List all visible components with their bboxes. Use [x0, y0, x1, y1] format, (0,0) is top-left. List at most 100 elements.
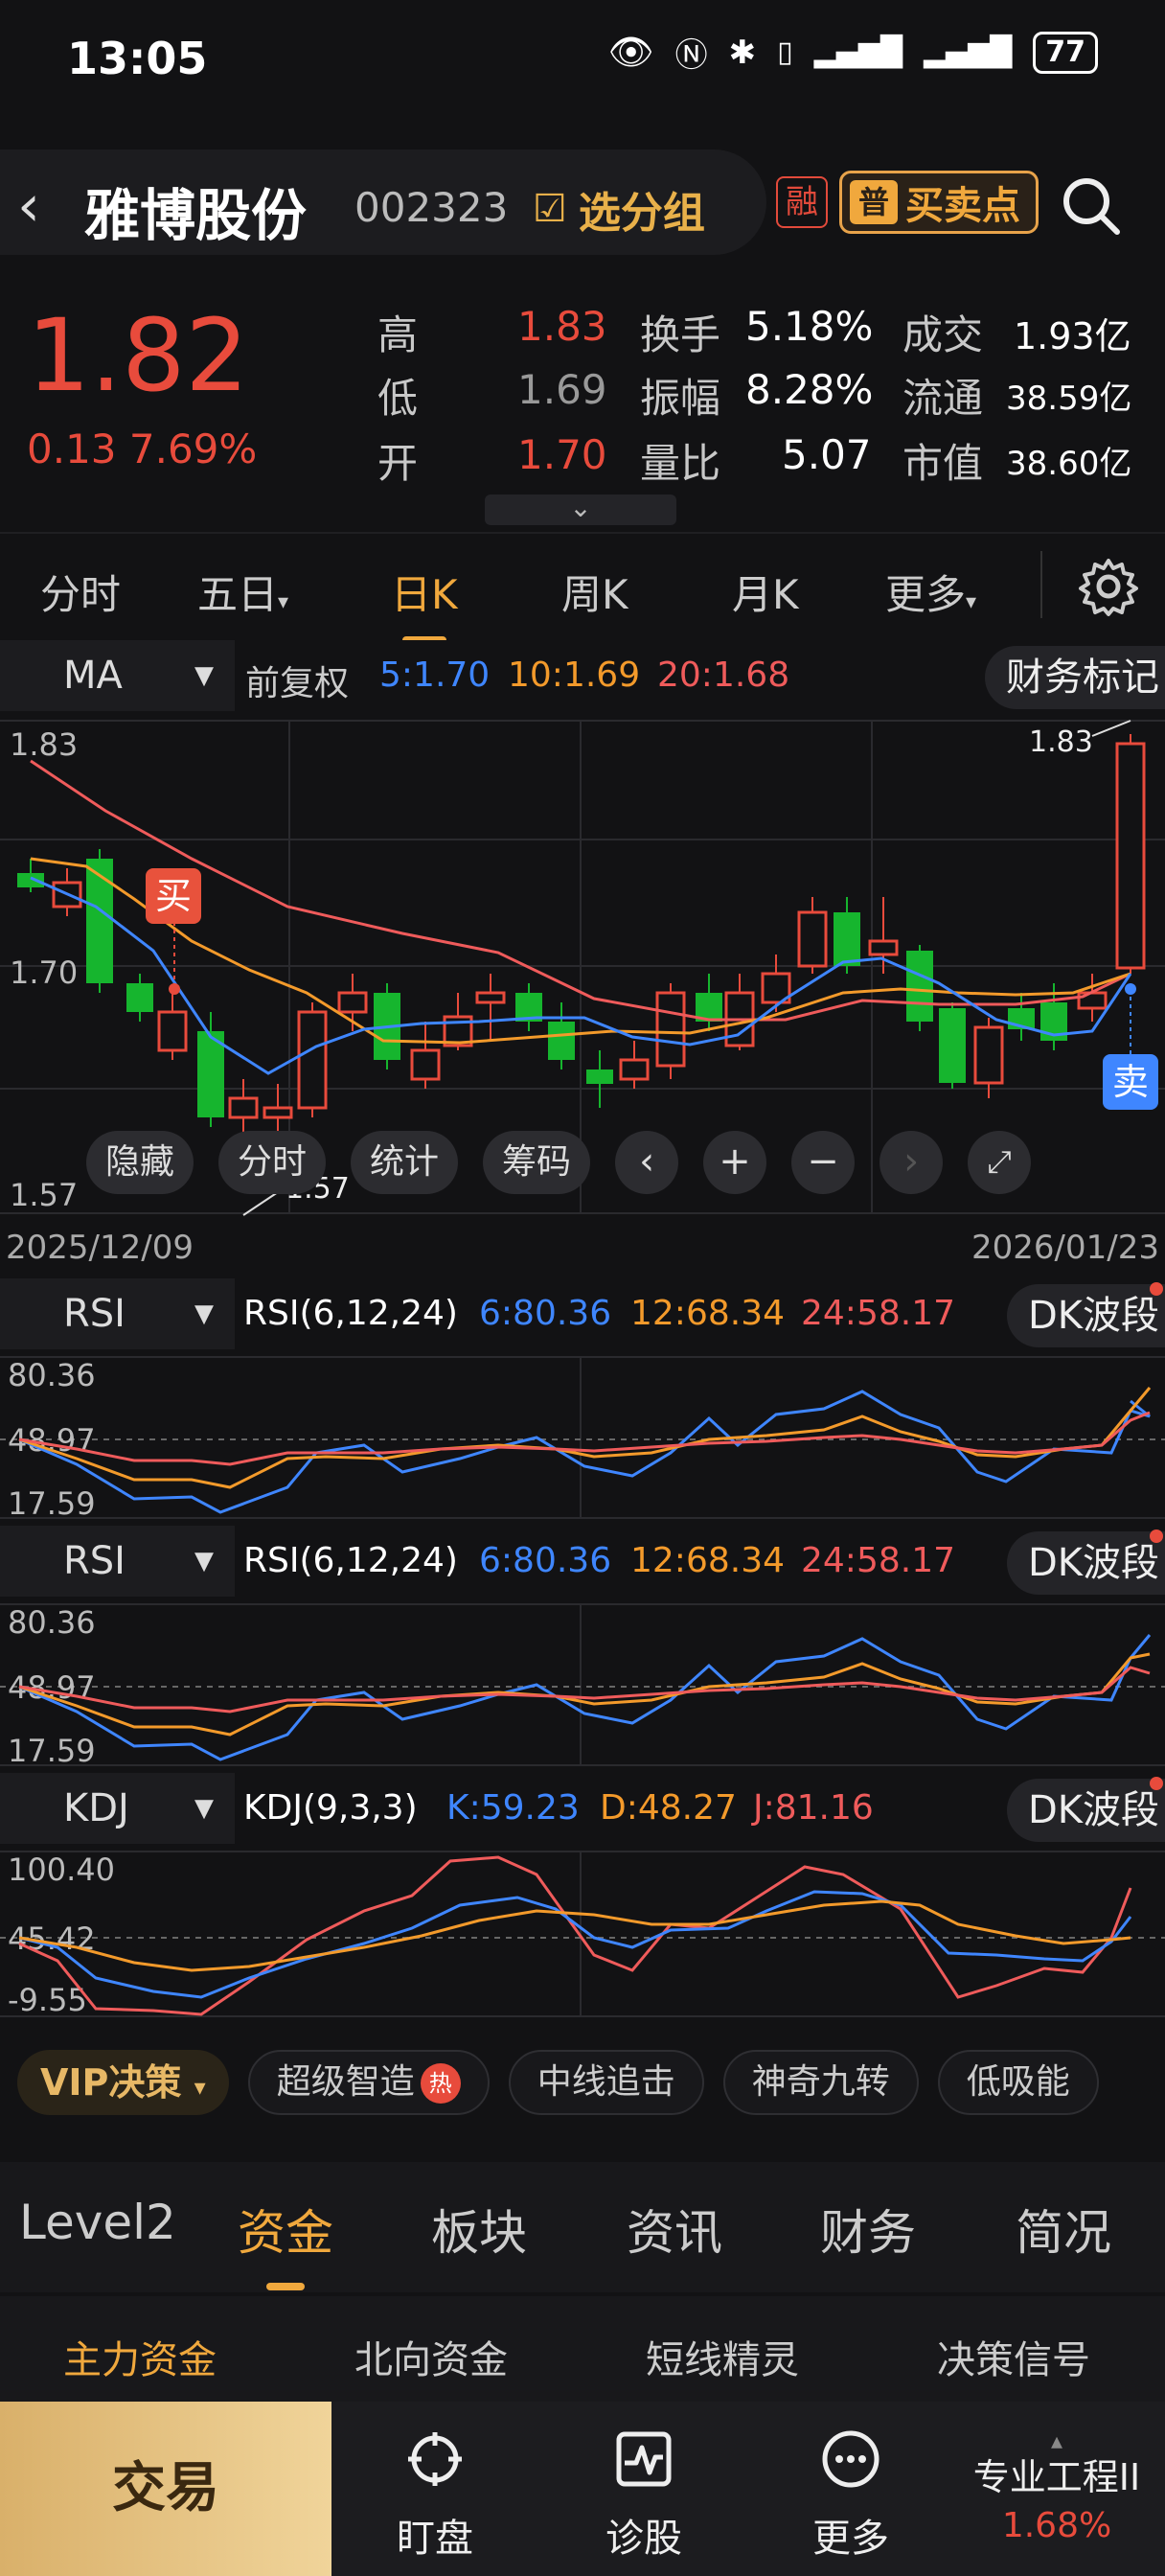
dropdown-icon: ▼ [194, 1547, 214, 1576]
chevron-right-icon[interactable]: › [879, 1131, 944, 1194]
buy-signal-badge[interactable]: 买 [146, 868, 201, 924]
kdj-title: KDJ(9,3,3) [243, 1788, 418, 1828]
candle-body [939, 1008, 966, 1083]
finance-mark-button[interactable]: 财务标记 [985, 646, 1165, 709]
kdj-chart[interactable]: 100.40 45.42 -9.55 [0, 1848, 1165, 2020]
sell-signal-badge[interactable]: 卖 [1103, 1054, 1158, 1110]
last-price: 1.82 [27, 297, 249, 414]
vip-decision-button[interactable]: VIP决策 ▾ [17, 2050, 229, 2115]
search-icon[interactable] [1058, 172, 1125, 240]
rsi-1-indicator-selector[interactable]: RSI ▼ [0, 1278, 235, 1349]
tab-financials[interactable]: 财务 [820, 2195, 916, 2264]
y-axis-min: 1.57 [10, 1177, 78, 1213]
dropdown-icon: ▾ [194, 2074, 206, 2101]
tab-weekly-k[interactable]: 周K [561, 563, 628, 621]
tab-five-day[interactable]: 五日▾ [197, 563, 288, 621]
ma-header-row: MA ▼ 前复权 5:1.70 10:1.69 20:1.68 财务标记 [0, 640, 1165, 715]
rsi-1-value-6: 6:80.36 [479, 1294, 612, 1333]
notification-dot [1150, 1777, 1163, 1790]
buy-sell-points-button[interactable]: 普 买卖点 [839, 171, 1039, 234]
subtab-decision-signal[interactable]: 决策信号 [937, 2329, 1090, 2384]
caret-up-icon: ▴ [1050, 2427, 1063, 2454]
quote-grid: 高 1.83 换手 5.18% 成交 1.93亿 低 1.69 振幅 8.28%… [374, 297, 1159, 489]
more-dots-icon [822, 2430, 879, 2488]
change-percent: 7.69% [128, 426, 258, 472]
ma-selector-label: MA [63, 654, 123, 698]
subtab-short-term-sprite[interactable]: 短线精灵 [646, 2329, 799, 2384]
subtab-northbound[interactable]: 北向资金 [354, 2329, 508, 2384]
zoom-out-icon[interactable]: − [791, 1131, 856, 1194]
chip-super-manufacturing[interactable]: 超级智造热 [247, 2050, 490, 2115]
zoom-in-icon[interactable]: + [703, 1131, 767, 1194]
chip-low-absorb[interactable]: 低吸能 [937, 2050, 1099, 2115]
battery-icon: 77 [1033, 31, 1098, 74]
candle-body [263, 1106, 293, 1119]
tab-funds[interactable]: 资金 [238, 2195, 333, 2290]
ma20-value: 20:1.68 [657, 656, 790, 695]
subtab-main-funds[interactable]: 主力资金 [63, 2329, 217, 2384]
checkbox-icon: ☑ [533, 187, 567, 231]
more-label: 更多 [812, 2517, 889, 2561]
period-tabs: 分时 五日▾ 日K 周K 月K 更多▾ [0, 532, 1165, 644]
more-button[interactable]: 更多 [755, 2402, 947, 2576]
tab-profile[interactable]: 简况 [1016, 2195, 1111, 2264]
rsi-1-dk-band-label: DK波段 [1027, 1294, 1159, 1338]
open-value: 1.70 [517, 431, 607, 478]
rsi-2-dk-band-button[interactable]: DK波段 [1006, 1530, 1165, 1595]
sector-ticker[interactable]: ▴ 专业工程II 1.68% [948, 2427, 1165, 2545]
dropdown-icon: ▼ [194, 1794, 214, 1823]
chart-pulse-icon [616, 2431, 672, 2487]
tab-intraday[interactable]: 分时 [40, 563, 121, 621]
status-icons: 👁 Ⓝ ✱ ▯ ▂▄▆█ ▂▄▆█ 77 [607, 29, 1098, 76]
tab-daily-k[interactable]: 日K [391, 563, 458, 644]
tab-monthly-k[interactable]: 月K [732, 563, 799, 621]
market-cap-value: 38.60亿 [1006, 445, 1132, 483]
diagnose-label: 诊股 [605, 2517, 682, 2561]
volume-label: 成交 [902, 311, 984, 358]
chevron-left-icon[interactable]: ‹ [615, 1131, 679, 1194]
rsi-1-header-row: RSI ▼ RSI(6,12,24) 6:80.36 12:68.34 24:58… [0, 1278, 1165, 1353]
rsi-2-chart[interactable]: 80.36 48.97 17.59 [0, 1600, 1165, 1769]
candle-body [86, 859, 113, 983]
kdj-j-value: J:81.16 [753, 1788, 874, 1828]
kdj-indicator-selector[interactable]: KDJ ▼ [0, 1773, 235, 1844]
date-start: 2025/12/09 [6, 1229, 194, 1267]
rsi-1-chart[interactable]: 80.36 48.97 17.59 [0, 1353, 1165, 1522]
chips-button[interactable]: 筹码 [483, 1131, 591, 1194]
sector-change: 1.68% [1001, 2506, 1112, 2545]
back-icon[interactable]: ‹ [17, 172, 40, 240]
status-time: 13:05 [67, 33, 208, 84]
chip-magic-nine[interactable]: 神奇九转 [722, 2050, 919, 2115]
hide-button[interactable]: 隐藏 [86, 1131, 194, 1194]
trade-button[interactable]: 交易 [0, 2402, 331, 2576]
stats-button[interactable]: 统计 [351, 1131, 459, 1194]
tab-sectors[interactable]: 板块 [431, 2195, 527, 2264]
kdj-dk-band-button[interactable]: DK波段 [1006, 1777, 1165, 1842]
rsi-2-indicator-selector[interactable]: RSI ▼ [0, 1526, 235, 1597]
kdj-selector-label: KDJ [63, 1786, 129, 1830]
chip-mid-term-chase[interactable]: 中线追击 [508, 2050, 704, 2115]
kdj-y-bot: -9.55 [8, 1982, 87, 2018]
settings-gear-icon[interactable] [1077, 555, 1140, 618]
intraday-button[interactable]: 分时 [218, 1131, 327, 1194]
ma-indicator-selector[interactable]: MA ▼ [0, 640, 235, 711]
fullscreen-icon[interactable]: ⤢ [968, 1131, 1032, 1194]
group-button-label: 选分组 [578, 189, 705, 238]
candle-body [1115, 742, 1146, 970]
info-tabs: Level2 资金 板块 资讯 财务 简况 [0, 2162, 1165, 2292]
tab-more[interactable]: 更多▾ [885, 563, 976, 621]
rsi-1-y-bot: 17.59 [8, 1485, 96, 1522]
sector-name: 专业工程II [972, 2456, 1141, 2498]
signal-icon: ▂▄▆█ [813, 35, 902, 69]
rsi-1-value-24: 24:58.17 [801, 1294, 955, 1333]
price-adjust-label: 前复权 [245, 664, 350, 703]
diagnose-button[interactable]: 诊股 [548, 2402, 740, 2576]
date-end: 2026/01/23 [971, 1229, 1159, 1267]
buy-sell-points-icon: 普 [850, 180, 898, 224]
rsi-1-dk-band-button[interactable]: DK波段 [1006, 1282, 1165, 1347]
watch-button[interactable]: 盯盘 [339, 2402, 531, 2576]
tab-level2[interactable]: Level2 [19, 2195, 176, 2250]
group-button[interactable]: ☑ 选分组 [533, 178, 705, 240]
expand-quote-chevron-icon[interactable]: ⌄ [485, 494, 676, 525]
tab-news[interactable]: 资讯 [627, 2195, 722, 2264]
